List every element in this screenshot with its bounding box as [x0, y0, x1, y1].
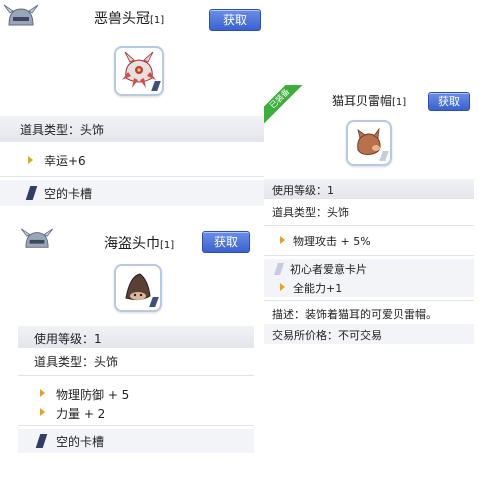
item-type-text: 道具类型：头饰 [34, 355, 119, 369]
item-name: 猫耳贝雷帽 [332, 94, 393, 108]
stat-row: 力量 + 2 [18, 401, 254, 423]
description-row: 描述：装饰着猫耳的可爱贝雷帽。 [264, 303, 474, 323]
card-slot-icon [25, 186, 38, 200]
item-card-cat-beret: 已装备 猫耳贝雷帽[1] 获取 使用等级：1 道具类型：头饰 物理攻击 + 5%… [264, 85, 474, 345]
stat-bullet-icon [40, 389, 45, 397]
level-text: 使用等级：1 [34, 332, 102, 346]
item-type-row: 道具类型：头饰 [18, 349, 254, 371]
stat-bullet-icon [40, 408, 45, 416]
item-slot-count: [1] [160, 240, 175, 251]
stat-bullet-icon [28, 156, 33, 164]
obtain-button[interactable]: 获取 [209, 9, 261, 31]
item-name: 海盗头巾 [104, 236, 160, 252]
item-slot-count: [1] [150, 15, 165, 26]
item-icon-frame [346, 120, 392, 166]
item-title: 海盗头巾[1] [104, 233, 174, 253]
card-slot-text: 空的卡槽 [56, 435, 105, 449]
card-slot-row: 空的卡槽 [18, 429, 254, 453]
item-card-demon-crown: 恶兽头冠[1] 获取 道具类型：头饰 幸运+6 空的卡槽 [0, 0, 264, 215]
obtain-button[interactable]: 获取 [202, 231, 250, 253]
item-card-pirate-bandana: 海盗头巾[1] 获取 使用等级：1 道具类型：头饰 物理防御 + 5 力量 + … [18, 225, 254, 455]
card-slot-row: 初心者爱意卡片 全能力+1 [264, 259, 474, 297]
equipped-badge-text: 已装备 [264, 85, 304, 125]
card-stat-text: 全能力+1 [293, 282, 343, 295]
equipped-badge: 已装备 [264, 85, 304, 125]
item-slot-count: [1] [392, 97, 407, 108]
stat-bullet-icon [280, 236, 285, 244]
helmet-icon [20, 227, 54, 255]
stat-text: 力量 + 2 [56, 407, 106, 421]
item-title: 恶兽头冠[1] [94, 8, 164, 28]
level-row: 使用等级：1 [18, 326, 254, 348]
item-icon-frame [114, 264, 162, 312]
card-name-text: 初心者爱意卡片 [290, 263, 367, 276]
stat-text: 幸运+6 [44, 154, 86, 168]
stat-text: 物理攻击 + 5% [293, 235, 371, 248]
card-slot-icon [35, 434, 48, 448]
card-slot-row: 空的卡槽 [0, 180, 264, 206]
card-slot-text: 空的卡槽 [44, 187, 93, 201]
description-text: 描述：装饰着猫耳的可爱贝雷帽。 [272, 308, 437, 321]
item-type-text: 道具类型：头饰 [272, 206, 349, 219]
level-row: 使用等级：1 [264, 179, 474, 199]
item-type-text: 道具类型：头饰 [20, 123, 105, 137]
card-slot-icon [274, 263, 284, 275]
item-title: 猫耳贝雷帽[1] [332, 92, 406, 109]
helmet-icon [3, 3, 39, 33]
item-icon-frame [114, 46, 164, 96]
stat-row: 物理攻击 + 5% [264, 230, 474, 250]
item-type-row: 道具类型：头饰 [264, 201, 474, 221]
item-type-row: 道具类型：头饰 [0, 116, 264, 142]
stat-row: 幸运+6 [0, 148, 264, 172]
level-text: 使用等级：1 [272, 184, 334, 197]
stat-bullet-icon [280, 283, 285, 291]
trade-row: 交易所价格：不可交易 [264, 324, 474, 344]
obtain-button[interactable]: 获取 [428, 92, 470, 111]
trade-price-text: 交易所价格：不可交易 [272, 329, 382, 342]
item-name: 恶兽头冠 [94, 11, 150, 27]
